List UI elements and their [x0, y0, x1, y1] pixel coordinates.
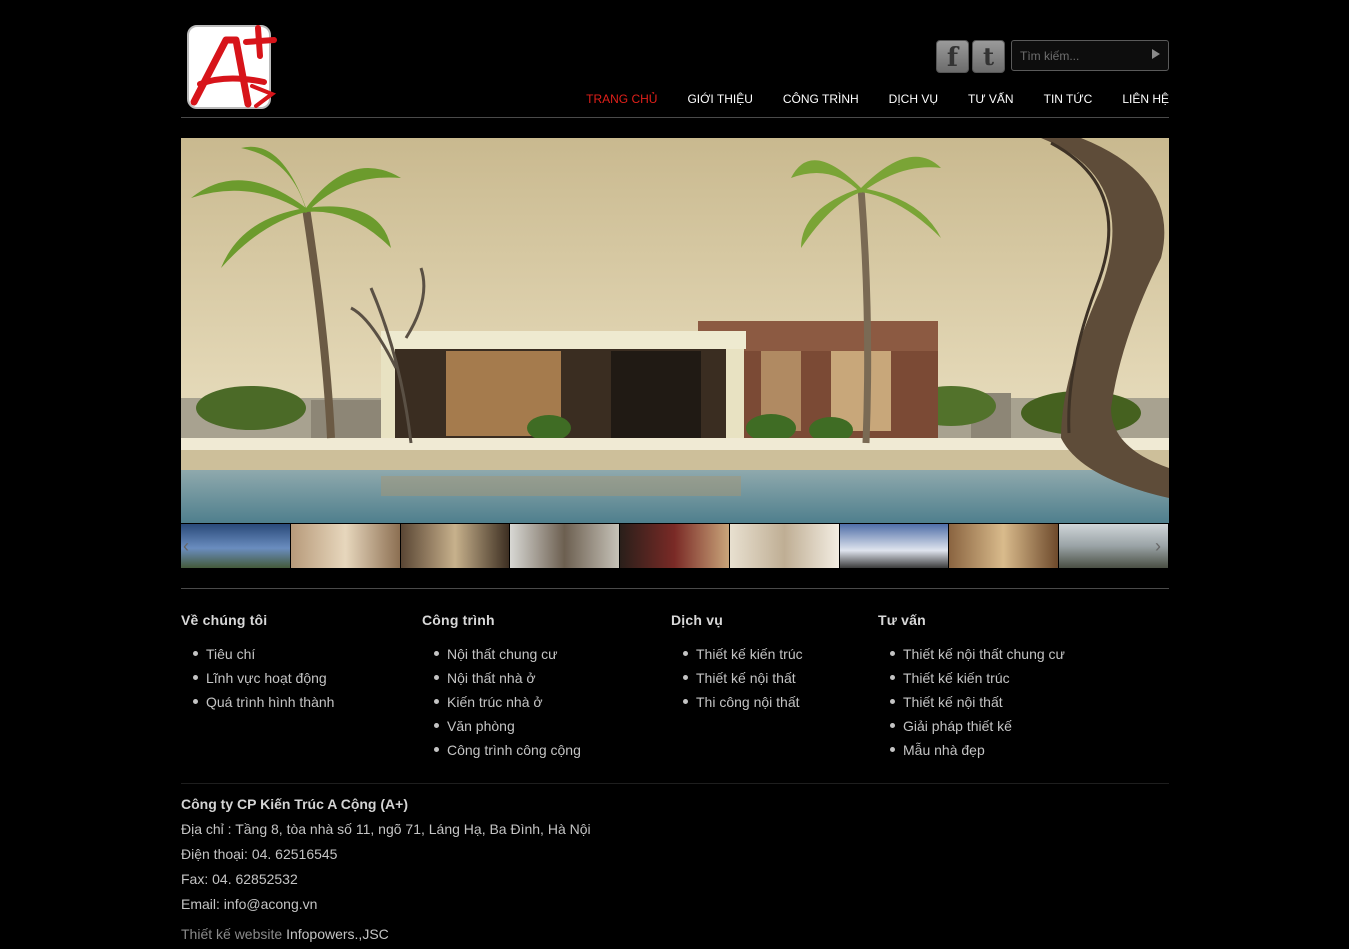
footer-link[interactable]: Thi công nội thất	[671, 694, 803, 718]
company-phone: Điện thoại: 04. 62516545	[181, 846, 338, 862]
footer-column-services: Dịch vụ Thiết kế kiến trúc Thiết kế nội …	[671, 612, 803, 718]
footer-link[interactable]: Thiết kế nội thất chung cư	[878, 646, 1065, 670]
nav-item-lien-he[interactable]: LIÊN HỆ	[1122, 92, 1169, 106]
footer-column-consulting: Tư vấn Thiết kế nội thất chung cư Thiết …	[878, 612, 1065, 766]
thumbnail-7[interactable]	[839, 524, 949, 568]
search-input[interactable]	[1020, 47, 1140, 65]
footer-link[interactable]: Giải pháp thiết kế	[878, 718, 1065, 742]
email-link[interactable]: info@acong.vn	[224, 896, 318, 912]
search-box	[1011, 40, 1169, 71]
footer-link[interactable]: Nội thất chung cư	[422, 646, 581, 670]
credit-link[interactable]: Infopowers.,JSC	[286, 926, 389, 942]
nav-item-tu-van[interactable]: TƯ VẤN	[968, 92, 1014, 106]
column-title: Công trình	[422, 612, 495, 628]
header-divider	[181, 117, 1169, 118]
column-title: Dịch vụ	[671, 612, 723, 628]
main-nav: TRANG CHỦ GIỚI THIỆU CÔNG TRÌNH DỊCH VỤ …	[556, 92, 1169, 106]
credit-label: Thiết kế website	[181, 926, 287, 942]
site-credit: Thiết kế website Infopowers.,JSC	[181, 926, 389, 942]
nav-item-gioi-thieu[interactable]: GIỚI THIỆU	[687, 92, 752, 106]
nav-item-trang-chu[interactable]: TRANG CHỦ	[586, 92, 657, 106]
company-name: Công ty CP Kiến Trúc A Cộng (A+)	[181, 796, 408, 812]
thumbnail-2[interactable]	[290, 524, 400, 568]
company-address: Địa chỉ : Tầng 8, tòa nhà số 11, ngõ 71,…	[181, 821, 591, 837]
thumbnails-prev-icon[interactable]: ‹	[183, 536, 189, 557]
email-label: Email:	[181, 896, 224, 912]
thumbnail-4[interactable]	[510, 524, 620, 568]
thumbnail-6[interactable]	[729, 524, 839, 568]
column-title: Tư vấn	[878, 612, 926, 628]
hero-slideshow-image[interactable]	[181, 138, 1169, 523]
footer-column-projects: Công trình Nội thất chung cư Nội thất nh…	[422, 612, 581, 766]
thumbnail-5[interactable]	[620, 524, 729, 568]
company-fax: Fax: 04. 62852532	[181, 871, 298, 887]
footer-link[interactable]: Thiết kế kiến trúc	[671, 646, 803, 670]
footer-link[interactable]: Mẫu nhà đẹp	[878, 742, 1065, 766]
footer-link[interactable]: Thiết kế kiến trúc	[878, 670, 1065, 694]
twitter-button[interactable]: t	[972, 40, 1005, 73]
company-email-row: Email: info@acong.vn	[181, 896, 591, 921]
page: f t TRANG CHỦ GIỚI THIỆU CÔNG TRÌNH DỊCH…	[181, 0, 1169, 949]
thumbnail-3[interactable]	[400, 524, 510, 568]
facebook-button[interactable]: f	[936, 40, 969, 73]
search-submit-icon[interactable]	[1152, 49, 1160, 59]
facebook-icon: f	[946, 43, 959, 73]
footer-link[interactable]: Lĩnh vực hoạt động	[181, 670, 334, 694]
thumbnail-8[interactable]	[949, 524, 1059, 568]
footer-link[interactable]: Quá trình hình thành	[181, 694, 334, 718]
thumbnail-9[interactable]	[1059, 524, 1169, 568]
villa-pool-scene	[181, 138, 1169, 523]
thumbnails-next-icon[interactable]: ›	[1155, 536, 1161, 557]
footer-link[interactable]: Tiêu chí	[181, 646, 334, 670]
site-logo[interactable]	[186, 22, 277, 110]
nav-item-tin-tuc[interactable]: TIN TỨC	[1044, 92, 1093, 106]
footer-link[interactable]: Văn phòng	[422, 718, 581, 742]
footer-link[interactable]: Thiết kế nội thất	[671, 670, 803, 694]
twitter-icon: t	[982, 42, 995, 71]
slideshow-thumbnails	[181, 524, 1169, 568]
content-divider	[181, 588, 1169, 589]
footer-divider	[181, 783, 1169, 784]
footer-link[interactable]: Công trình công cộng	[422, 742, 581, 766]
footer-link[interactable]: Nội thất nhà ở	[422, 670, 581, 694]
column-title: Về chúng tôi	[181, 612, 268, 628]
company-contact: Công ty CP Kiến Trúc A Cộng (A+) Địa chỉ…	[181, 796, 591, 921]
footer-column-about: Về chúng tôi Tiêu chí Lĩnh vực hoạt động…	[181, 612, 334, 718]
footer-link[interactable]: Kiến trúc nhà ở	[422, 694, 581, 718]
a-plus-logo-icon	[190, 25, 277, 108]
footer-link[interactable]: Thiết kế nội thất	[878, 694, 1065, 718]
nav-item-dich-vu[interactable]: DỊCH VỤ	[889, 92, 938, 106]
thumbnail-1[interactable]	[181, 524, 290, 568]
nav-item-cong-trinh[interactable]: CÔNG TRÌNH	[783, 92, 859, 106]
